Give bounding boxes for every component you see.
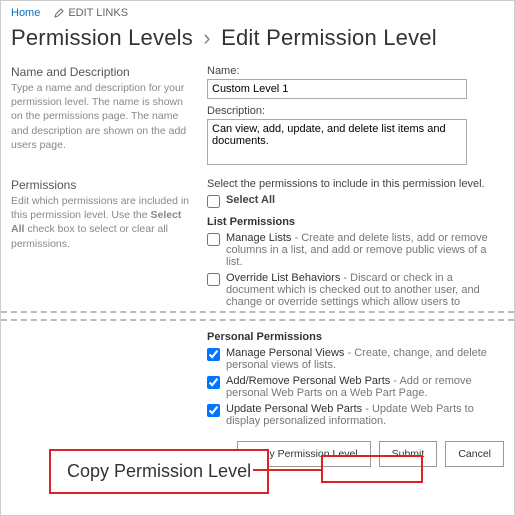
- nav-home-link[interactable]: Home: [11, 7, 40, 19]
- select-all-label: Select All: [226, 194, 275, 206]
- highlight-copy-button: [321, 455, 423, 483]
- page-title-current: Edit Permission Level: [221, 25, 437, 50]
- section-perms-desc: Edit which permissions are included in t…: [11, 194, 189, 251]
- page-title: Permission Levels › Edit Permission Leve…: [11, 25, 504, 51]
- breadcrumb-permission-levels[interactable]: Permission Levels: [11, 25, 193, 50]
- select-all-checkbox[interactable]: [207, 195, 220, 208]
- perm-add-remove-webparts-label: Add/Remove Personal Web Parts - Add or r…: [226, 375, 504, 399]
- description-textarea[interactable]: Can view, add, update, and delete list i…: [207, 119, 467, 165]
- personal-permissions-heading: Personal Permissions: [207, 331, 504, 343]
- perm-override-list-checkbox[interactable]: [207, 273, 220, 286]
- cancel-button[interactable]: Cancel: [445, 441, 504, 467]
- perm-update-webparts-label: Update Personal Web Parts - Update Web P…: [226, 403, 504, 427]
- perm-manage-personal-views-label: Manage Personal Views - Create, change, …: [226, 347, 504, 371]
- callout-copy-permission-level: Copy Permission Level: [49, 449, 269, 494]
- perm-add-remove-webparts-checkbox[interactable]: [207, 376, 220, 389]
- description-label: Description:: [207, 105, 504, 117]
- perm-override-list-label: Override List Behaviors - Discard or che…: [226, 272, 504, 308]
- name-input[interactable]: [207, 79, 467, 99]
- nav-edit-links[interactable]: EDIT LINKS: [54, 7, 128, 19]
- section-namedesc-desc: Type a name and description for your per…: [11, 81, 189, 152]
- torn-separator: [1, 311, 514, 321]
- callout-connector-line: [253, 469, 323, 471]
- perm-manage-lists-label: Manage Lists - Create and delete lists, …: [226, 232, 504, 268]
- nav-edit-links-label: EDIT LINKS: [68, 7, 128, 19]
- section-namedesc-title: Name and Description: [11, 65, 189, 79]
- section-perms-title: Permissions: [11, 178, 189, 192]
- list-permissions-heading: List Permissions: [207, 216, 504, 228]
- perm-manage-lists-checkbox[interactable]: [207, 233, 220, 246]
- breadcrumb-separator-icon: ›: [203, 25, 211, 50]
- pencil-icon: [54, 8, 64, 18]
- perm-manage-personal-views-checkbox[interactable]: [207, 348, 220, 361]
- name-label: Name:: [207, 65, 504, 77]
- perm-update-webparts-checkbox[interactable]: [207, 404, 220, 417]
- perms-intro: Select the permissions to include in thi…: [207, 178, 504, 190]
